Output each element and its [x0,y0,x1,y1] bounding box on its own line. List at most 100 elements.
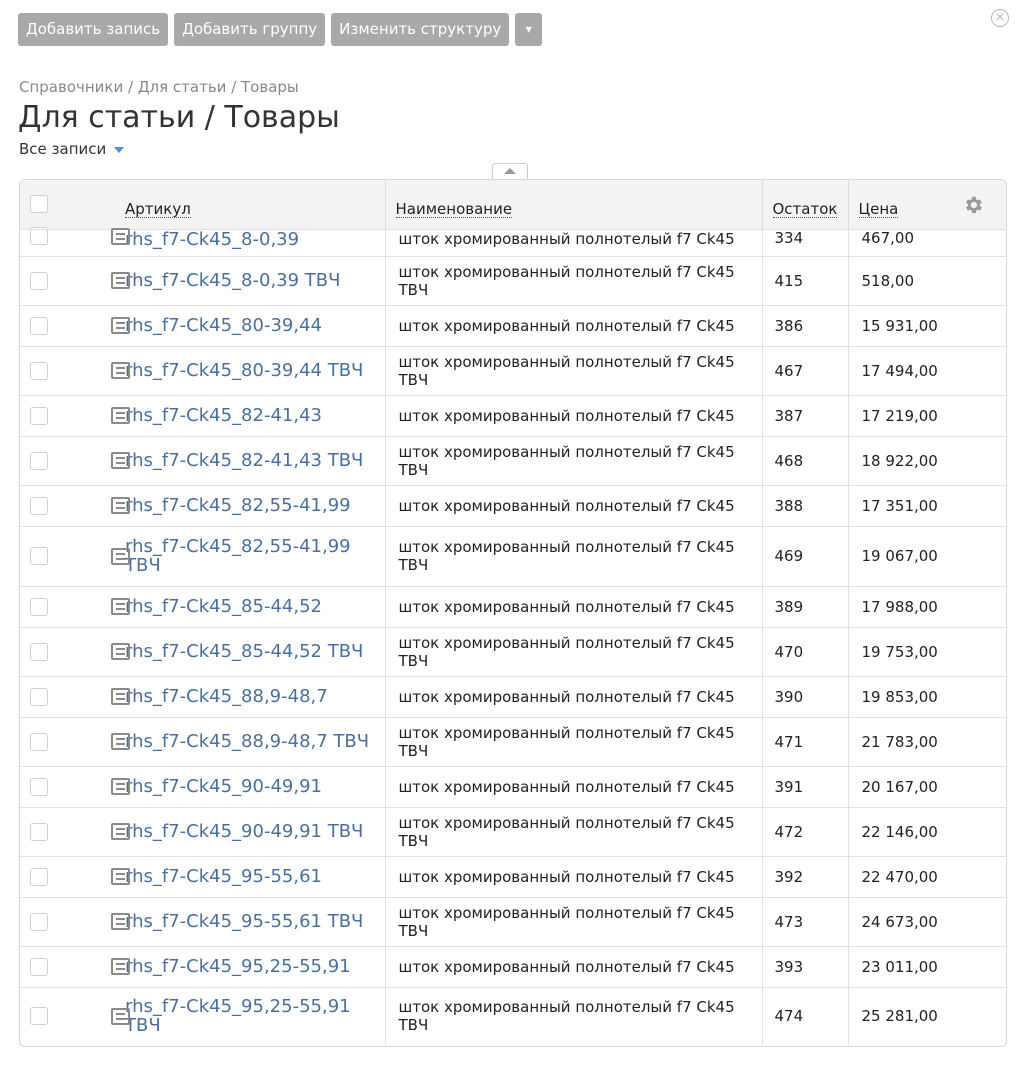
sku-link[interactable]: rhs_f7-Ck45_95-55,61 ТВЧ [122,896,385,946]
column-header-name[interactable]: Наименование [384,180,762,229]
table-row[interactable]: rhs_f7-Ck45_8-0,39 шток хромированный пол… [20,226,1006,256]
row-select-cell [20,806,60,856]
document-icon[interactable] [111,733,130,750]
add-group-button[interactable]: Добавить группу [174,13,326,46]
table-row[interactable]: rhs_f7-Ck45_95,25-55,91 ТВЧ шток хромиров… [20,986,1006,1045]
document-icon[interactable] [111,643,130,660]
sku-link[interactable]: rhs_f7-Ck45_80-39,44 [122,304,385,346]
sku-link[interactable]: rhs_f7-Ck45_90-49,91 [122,765,385,807]
document-icon[interactable] [111,913,130,930]
name-cell: шток хромированный полнотелый f7 Ck45 ТВ… [384,345,762,395]
table-row[interactable]: rhs_f7-Ck45_90-49,91 ТВЧ шток хромированн… [20,806,1006,856]
sku-link[interactable]: rhs_f7-Ck45_82,55-41,99 ТВЧ [122,525,385,586]
sku-link[interactable]: rhs_f7-Ck45_82-41,43 ТВЧ [122,435,385,485]
document-icon[interactable] [111,407,130,424]
sku-link[interactable]: rhs_f7-Ck45_8-0,39 ТВЧ [122,255,385,305]
breadcrumb[interactable]: Справочники / Для статьи / Товары [19,78,299,96]
document-icon[interactable] [111,868,130,885]
row-checkbox[interactable] [30,271,48,290]
add-record-button[interactable]: Добавить запись [18,13,169,46]
table-row[interactable]: rhs_f7-Ck45_82,55-41,99 шток хромированны… [20,484,1006,526]
price-cell: 20 167,00 [847,765,1006,807]
sku-link[interactable]: rhs_f7-Ck45_8-0,39 [122,228,385,256]
table-row[interactable]: rhs_f7-Ck45_95-55,61 шток хромированный п… [20,855,1006,897]
document-icon[interactable] [111,598,130,615]
row-checkbox[interactable] [30,226,48,245]
document-icon[interactable] [111,362,130,379]
table-row[interactable]: rhs_f7-Ck45_88,9-48,7 шток хромированный … [20,675,1006,717]
row-checkbox[interactable] [30,912,48,931]
document-icon[interactable] [111,272,130,289]
sku-link[interactable]: rhs_f7-Ck45_85-44,52 [122,585,385,627]
sku-link[interactable]: rhs_f7-Ck45_95,25-55,91 [122,945,385,987]
sku-link[interactable]: rhs_f7-Ck45_95,25-55,91 ТВЧ [122,986,385,1045]
column-header-price[interactable]: Цена [847,180,1006,229]
row-checkbox[interactable] [30,687,48,706]
table-row[interactable]: rhs_f7-Ck45_88,9-48,7 ТВЧ шток хромирован… [20,716,1006,766]
row-checkbox[interactable] [30,451,48,470]
row-checkbox[interactable] [30,822,48,841]
document-icon[interactable] [111,547,130,565]
name-cell: шток хромированный полнотелый f7 Ck45 [384,675,762,717]
column-header-name-label: Наименование [395,199,513,218]
document-icon[interactable] [111,958,130,975]
table-row[interactable]: rhs_f7-Ck45_82,55-41,99 ТВЧ шток хромиров… [20,525,1006,586]
column-header-stock[interactable]: Остаток [761,180,848,229]
table-row[interactable]: rhs_f7-Ck45_90-49,91 шток хромированный п… [20,765,1006,807]
sku-link[interactable]: rhs_f7-Ck45_90-49,91 ТВЧ [122,806,385,856]
document-icon[interactable] [111,227,130,245]
table-row[interactable]: rhs_f7-Ck45_85-44,52 ТВЧ шток хромированн… [20,626,1006,676]
table-row[interactable]: rhs_f7-Ck45_8-0,39 ТВЧ шток хромированный… [20,255,1006,305]
row-checkbox[interactable] [30,777,48,796]
gear-icon[interactable] [962,194,984,216]
row-checkbox[interactable] [30,597,48,616]
more-actions-button[interactable]: ▾ [515,13,543,46]
document-icon[interactable] [111,452,130,469]
document-icon[interactable] [111,317,130,334]
sku-link[interactable]: rhs_f7-Ck45_82-41,43 [122,394,385,436]
document-icon[interactable] [111,688,130,705]
records-filter-dropdown[interactable]: Все записи [19,140,125,158]
name-cell: шток хромированный полнотелый f7 Ck45 [384,945,762,987]
row-select-cell [20,525,60,586]
row-checkbox[interactable] [30,1007,48,1026]
table-row[interactable]: rhs_f7-Ck45_82-41,43 ТВЧ шток хромированн… [20,435,1006,485]
row-checkbox[interactable] [30,642,48,661]
table-row[interactable]: rhs_f7-Ck45_85-44,52 шток хромированный п… [20,585,1006,627]
row-select-cell [20,435,60,485]
change-structure-button[interactable]: Изменить структуру [331,13,510,46]
price-cell: 22 470,00 [847,855,1006,897]
row-checkbox[interactable] [30,361,48,380]
sku-link[interactable]: rhs_f7-Ck45_88,9-48,7 ТВЧ [122,716,385,766]
select-all-checkbox[interactable] [30,195,48,214]
column-header-sku[interactable]: Артикул [122,180,385,229]
document-icon[interactable] [111,778,130,795]
row-icon-cell [60,484,130,526]
sku-link[interactable]: rhs_f7-Ck45_88,9-48,7 [122,675,385,717]
table-row[interactable]: rhs_f7-Ck45_95,25-55,91 шток хромированны… [20,945,1006,987]
price-cell: 21 783,00 [847,716,1006,766]
document-icon[interactable] [111,1007,130,1025]
row-checkbox[interactable] [30,547,48,565]
sku-link[interactable]: rhs_f7-Ck45_82,55-41,99 [122,484,385,526]
sku-link[interactable]: rhs_f7-Ck45_95-55,61 [122,855,385,897]
stock-cell: 386 [761,304,848,346]
row-checkbox[interactable] [30,957,48,976]
table-row[interactable]: rhs_f7-Ck45_95-55,61 ТВЧ шток хромированн… [20,896,1006,946]
table-row[interactable]: rhs_f7-Ck45_82-41,43 шток хромированный п… [20,394,1006,436]
row-checkbox[interactable] [30,496,48,515]
row-icon-cell [60,227,130,256]
collapse-header-button[interactable] [492,163,528,179]
close-icon[interactable]: × [991,9,1009,27]
row-checkbox[interactable] [30,732,48,751]
sku-link[interactable]: rhs_f7-Ck45_80-39,44 ТВЧ [122,345,385,395]
table-row[interactable]: rhs_f7-Ck45_80-39,44 шток хромированный п… [20,304,1006,346]
document-icon[interactable] [111,497,130,514]
document-icon[interactable] [111,823,130,840]
table-row[interactable]: rhs_f7-Ck45_80-39,44 ТВЧ шток хромированн… [20,345,1006,395]
row-checkbox[interactable] [30,316,48,335]
row-checkbox[interactable] [30,867,48,886]
row-select-cell [20,986,60,1045]
sku-link[interactable]: rhs_f7-Ck45_85-44,52 ТВЧ [122,626,385,676]
row-checkbox[interactable] [30,406,48,425]
